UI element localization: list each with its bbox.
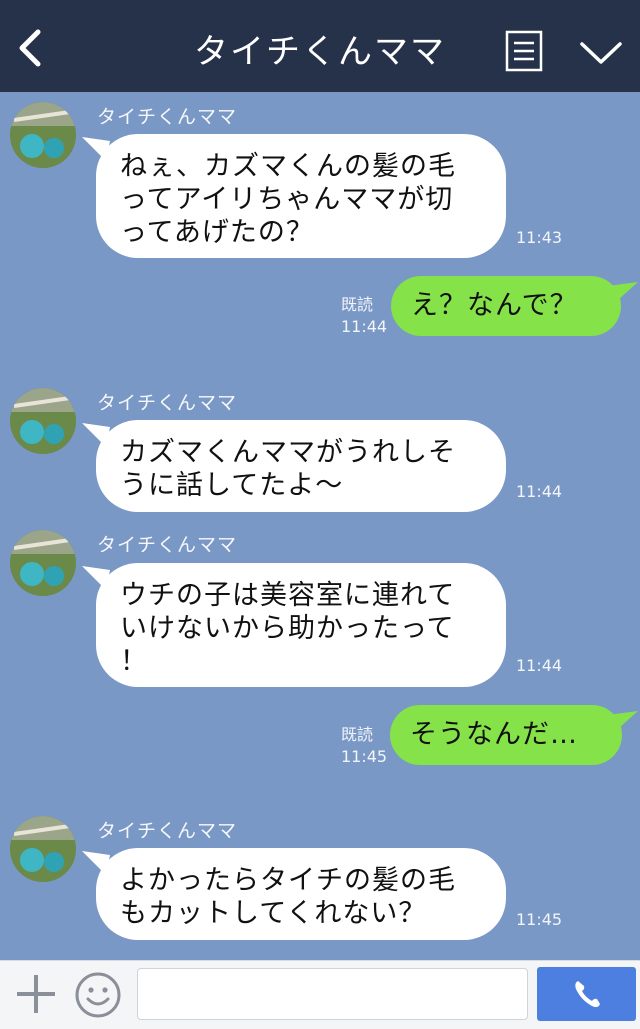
avatar[interactable] — [10, 816, 76, 882]
message-bubble-incoming[interactable]: ウチの子は美容室に連れて いけないから助かったって ！ — [96, 563, 506, 687]
call-button[interactable] — [537, 967, 636, 1021]
menu-button[interactable] — [505, 30, 543, 72]
message-line: うに話してたよ〜 — [120, 470, 344, 501]
chat-area[interactable]: タイチくんママ ねぇ、カズマくんの髪の毛 ってアイリちゃんママが切 ってあげたの… — [0, 92, 640, 960]
message-line: ！ — [120, 646, 148, 677]
message-time: 11:44 — [341, 317, 388, 336]
plus-button[interactable] — [14, 972, 58, 1016]
message-bubble-incoming[interactable]: カズマくんママがうれしそ うに話してたよ〜 — [96, 420, 506, 512]
read-label: 既読 — [341, 725, 374, 744]
chevron-down-icon — [580, 42, 622, 64]
message-line: ねぇ、カズマくんの髪の毛 — [120, 151, 456, 182]
message-bubble-outgoing[interactable]: そうなんだ… — [390, 705, 622, 765]
message-line: カズマくんママがうれしそ — [120, 437, 456, 468]
avatar-image — [10, 530, 76, 596]
smiley-icon — [75, 972, 121, 1018]
chat-header: タイチくんママ — [0, 0, 640, 92]
message-time: 11:44 — [516, 656, 563, 675]
message-line: もカットしてくれない？ — [120, 898, 427, 929]
avatar-image — [10, 388, 76, 454]
avatar-image — [10, 102, 76, 168]
message-input[interactable] — [137, 968, 528, 1020]
sender-name: タイチくんママ — [97, 820, 238, 842]
input-bar — [0, 960, 640, 1029]
page-title: タイチくんママ — [194, 32, 446, 72]
message-bubble-incoming[interactable]: よかったらタイチの髪の毛 もカットしてくれない？ — [96, 848, 506, 940]
message-line: ってアイリちゃんママが切 — [120, 184, 454, 215]
message-time: 11:45 — [341, 747, 388, 766]
sender-name: タイチくんママ — [97, 106, 238, 128]
avatar[interactable] — [10, 388, 76, 454]
message-time: 11:43 — [516, 228, 563, 247]
message-line: そうなんだ… — [410, 719, 578, 750]
emoji-button[interactable] — [74, 971, 122, 1019]
avatar[interactable] — [10, 102, 76, 168]
avatar-image — [10, 816, 76, 882]
bubble-tail — [608, 711, 638, 735]
bubble-tail — [608, 282, 638, 306]
plus-icon — [17, 975, 55, 1013]
message-line: ウチの子は美容室に連れて — [120, 580, 456, 611]
message-line: ってあげたの？ — [120, 217, 314, 248]
message-line: え？なんで？ — [411, 290, 578, 321]
message-line: いけないから助かったって — [120, 613, 455, 644]
read-receipt: 既読 11:45 — [341, 724, 387, 768]
message-time: 11:44 — [516, 482, 563, 501]
message-time: 11:45 — [516, 910, 563, 929]
message-line: よかったらタイチの髪の毛 — [120, 865, 456, 896]
message-bubble-outgoing[interactable]: え？なんで？ — [391, 276, 621, 336]
sender-name: タイチくんママ — [97, 534, 238, 556]
read-label: 既読 — [341, 295, 374, 314]
menu-lines-icon — [505, 30, 543, 72]
phone-icon — [575, 981, 600, 1008]
read-receipt: 既読 11:44 — [341, 294, 387, 338]
sender-name: タイチくんママ — [97, 392, 238, 414]
message-bubble-incoming[interactable]: ねぇ、カズマくんの髪の毛 ってアイリちゃんママが切 ってあげたの？ — [96, 134, 506, 258]
collapse-button[interactable] — [578, 38, 624, 68]
avatar[interactable] — [10, 530, 76, 596]
